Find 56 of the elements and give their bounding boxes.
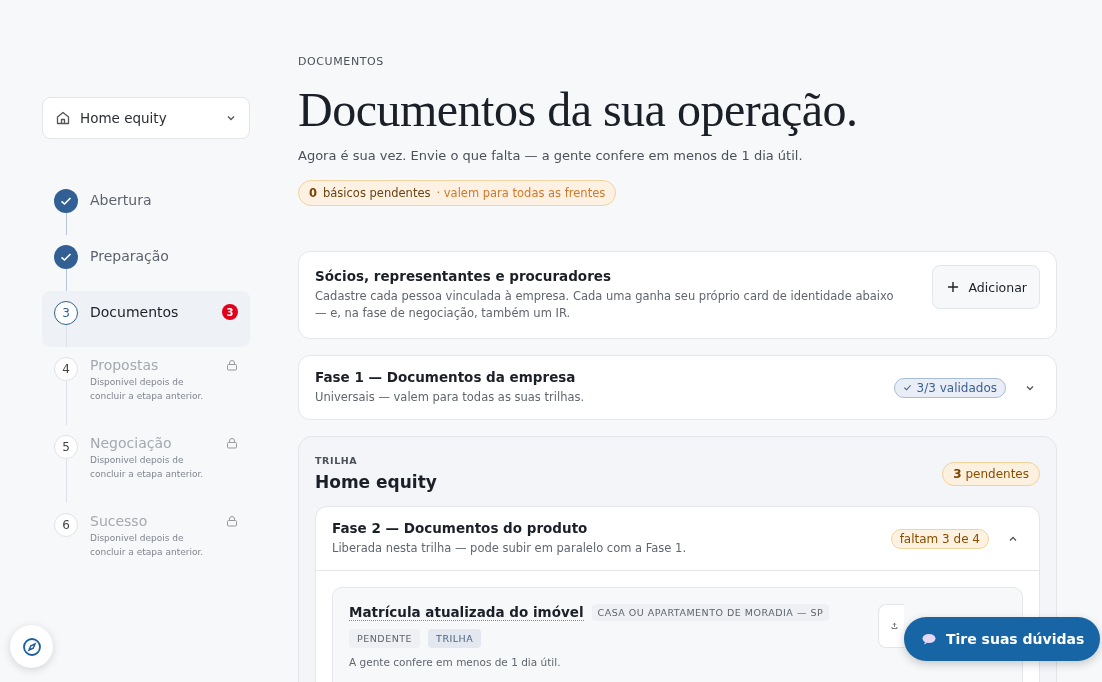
step-number: 3 <box>54 301 78 325</box>
page-subtitle: Agora é sua vez. Envie o que falta — a gente confere em menos de 1 dia útil. <box>298 148 804 163</box>
step-item[interactable]: 5 Negociação Disponivel depois de concluir a etapa anterior. <box>42 425 250 503</box>
pending-label: básicos pendentes <box>323 186 431 200</box>
step-hint: Disponivel depois de concluir a etapa anterior. <box>90 454 205 481</box>
step-item[interactable]: Abertura <box>42 179 250 235</box>
card-title: Sócios, representantes e procuradores <box>315 268 612 284</box>
phase-card[interactable]: Fase 1 — Documentos da empresa Universais — valem para todas as suas trilhas. 3/3 validados <box>298 355 1057 420</box>
step-item[interactable]: 6 Sucesso Disponivel depois de concluir a etapa anterior. <box>42 503 250 581</box>
card-description: Cadastre cada pessoa vinculada à empresa. Cada uma ganha seu próprio card de identidade abaixo — e, na fase de negociação, também um IR. <box>315 288 895 322</box>
step-item[interactable]: Preparação <box>42 235 250 291</box>
step-label: Abertura <box>90 192 153 208</box>
step-hint: Disponivel depois de concluir a etapa anterior. <box>90 532 205 559</box>
step-item[interactable]: 3 Documentos 3 <box>42 291 250 347</box>
step-number: 4 <box>54 357 78 381</box>
step-label: Documentos <box>90 304 180 320</box>
lock-icon <box>226 515 238 527</box>
document-title[interactable]: Matrícula atualizada do imóvel <box>349 604 584 621</box>
phase-title: Fase 1 — Documentos da empresa <box>315 369 577 385</box>
chat-button[interactable]: Tire suas dúvidas <box>904 617 1101 661</box>
pending-badge: 3 pendentes <box>942 461 1040 486</box>
pending-note: · valem para todas as frentes <box>436 186 606 200</box>
document-note: A gente confere em menos de 1 dia útil. <box>349 656 562 668</box>
step-number: 5 <box>54 435 78 459</box>
phase-title: Fase 2 — Documentos do produto <box>332 520 589 536</box>
house-icon <box>55 110 71 126</box>
step-label: Propostas <box>90 357 160 373</box>
scope-tag: CASA OU APARTAMENTO DE MORADIA — SP <box>591 604 830 621</box>
check-circle-icon <box>54 189 78 213</box>
phase-subtitle: Liberada nesta trilha — pode subir em paralelo com a Fase 1. <box>332 540 688 557</box>
section-eyebrow: DOCUMENTOS <box>298 55 385 68</box>
page-title: Documentos da sua operação. <box>298 82 859 138</box>
compass-icon <box>21 636 42 657</box>
step-item[interactable]: 4 Propostas Disponivel depois de concluir a etapa anterior. <box>42 347 250 425</box>
step-label: Sucesso <box>90 513 149 529</box>
status-badge: faltam 3 de 4 <box>890 528 989 549</box>
step-hint: Disponivel depois de concluir a etapa anterior. <box>90 376 205 403</box>
lock-icon <box>226 437 238 449</box>
track-title: Home equity <box>315 472 437 492</box>
plus-icon <box>946 281 959 293</box>
status-tag: PENDENTE <box>349 629 421 648</box>
step-number: 6 <box>54 513 78 537</box>
status-tag: TRILHA <box>428 629 482 648</box>
step-label: Preparação <box>90 248 170 264</box>
product-select[interactable]: Home equity <box>42 97 250 139</box>
lock-icon <box>226 359 238 371</box>
pending-count: 0 <box>309 186 317 200</box>
speech-bubble-icon <box>922 633 936 645</box>
track-eyebrow: TRILHA <box>315 455 359 466</box>
add-button[interactable]: Adicionar <box>931 265 1040 309</box>
count-badge: 3 <box>222 304 238 320</box>
check-circle-icon <box>54 245 78 269</box>
step-label: Negociação <box>90 435 173 451</box>
status-badge: 3/3 validados <box>893 377 1006 398</box>
phase-subtitle: Universais — valem para todas as suas trilhas. <box>315 389 586 406</box>
compass-button[interactable] <box>10 625 53 668</box>
